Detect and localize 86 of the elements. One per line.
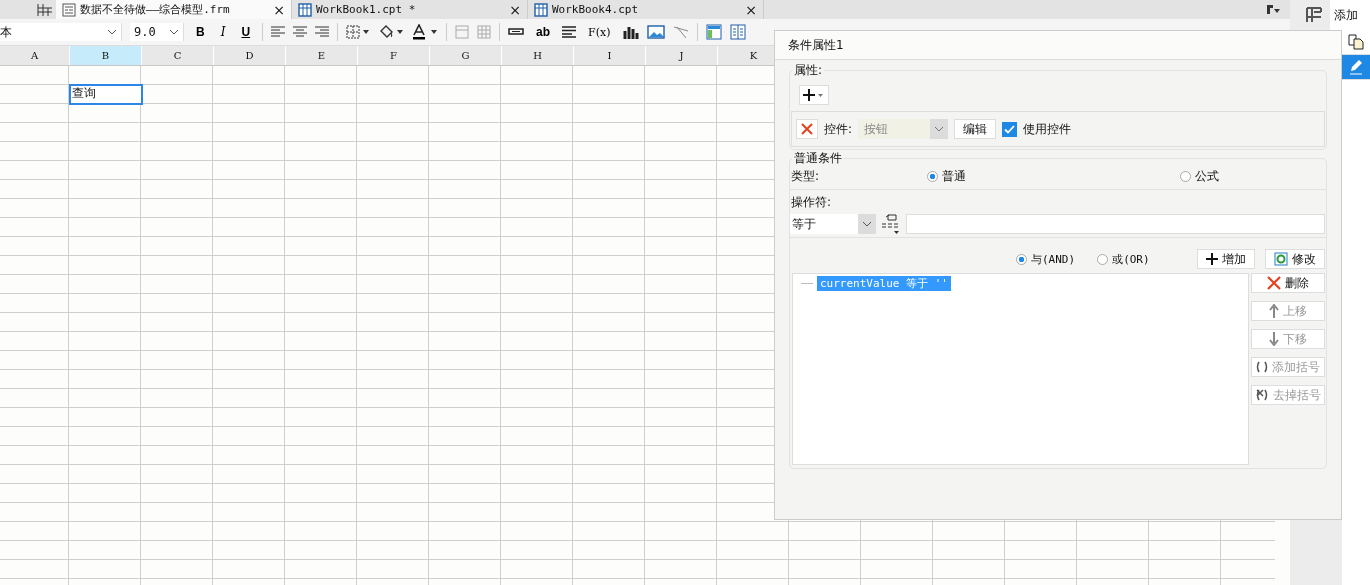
value-input[interactable]: [906, 214, 1325, 234]
column-header[interactable]: I: [574, 46, 646, 65]
slash-icon[interactable]: [672, 25, 689, 39]
column-header[interactable]: D: [214, 46, 286, 65]
plus-icon: [1206, 253, 1218, 265]
group-legend: 普通条件: [792, 150, 844, 167]
tab-label: WorkBook1.cpt *: [316, 3, 416, 16]
close-icon: [1267, 276, 1281, 290]
group-legend: 属性:: [792, 62, 825, 79]
file-tab[interactable]: 数据不全待做——综合模型.frm ×: [56, 0, 292, 19]
radio-label: 或(OR): [1112, 251, 1150, 267]
border-icon[interactable]: [346, 25, 371, 39]
widget-panel-icon[interactable]: [1306, 7, 1322, 23]
column-header[interactable]: F: [358, 46, 430, 65]
size-dropdown[interactable]: 9.0: [130, 23, 184, 41]
radio-circle[interactable]: [1180, 170, 1191, 182]
column-header[interactable]: B: [70, 46, 142, 65]
fill-bucket-icon[interactable]: [378, 25, 405, 39]
table-icon: [534, 2, 548, 17]
dialog-title: 条件属性1: [775, 31, 1341, 60]
font-color-icon[interactable]: [412, 24, 439, 40]
radio-circle[interactable]: [927, 170, 939, 182]
column-header[interactable]: E: [286, 46, 358, 65]
close-icon[interactable]: ×: [509, 1, 521, 18]
edit-icon[interactable]: [1342, 55, 1370, 80]
crossed-brackets-icon: [1255, 388, 1269, 402]
close-icon[interactable]: ×: [273, 1, 285, 18]
join-radio[interactable]: 与(AND): [1016, 251, 1076, 267]
radio-circle[interactable]: [1097, 253, 1109, 265]
bar-chart-icon[interactable]: [622, 25, 639, 39]
use-widget-checkbox[interactable]: [1002, 121, 1018, 137]
align-left-icon[interactable]: [271, 26, 286, 38]
selected-cell[interactable]: 查询: [70, 85, 142, 104]
radio-label: 公式: [1195, 167, 1219, 185]
align-right-icon[interactable]: [315, 26, 330, 38]
operator-dropdown[interactable]: 等于: [790, 214, 876, 234]
join-radio[interactable]: 或(OR): [1097, 251, 1150, 267]
paragraph-icon[interactable]: [562, 26, 577, 38]
text-button[interactable]: ab: [532, 25, 555, 39]
operator-label: 操作符:: [790, 194, 833, 211]
form-icon: [62, 2, 76, 17]
plus-icon: [802, 88, 826, 102]
tab-label: WorkBook4.cpt: [552, 3, 639, 16]
align-center-icon[interactable]: [293, 26, 308, 38]
radio-label: 与(AND): [1031, 251, 1076, 267]
radio-circle[interactable]: [1016, 253, 1027, 265]
bold-button[interactable]: B: [192, 25, 209, 39]
columns-icon[interactable]: [729, 24, 746, 40]
brackets-icon: [1256, 361, 1268, 373]
value-type-icon[interactable]: [880, 214, 902, 234]
radio-label: 普通: [942, 167, 967, 185]
font-dropdown[interactable]: 本: [0, 23, 122, 41]
close-icon: [801, 123, 813, 135]
close-icon[interactable]: ×: [745, 1, 757, 18]
add-dropdown-button[interactable]: [799, 85, 829, 105]
text-field-icon[interactable]: [508, 28, 525, 36]
remove-widget-button[interactable]: [796, 119, 818, 139]
column-header[interactable]: J: [646, 46, 718, 65]
add-button[interactable]: 增加: [1197, 249, 1255, 269]
type-label: 类型:: [791, 167, 820, 185]
tab-label: 数据不全待做——综合模型.frm: [80, 2, 230, 17]
formula-button[interactable]: F(x): [584, 25, 615, 39]
column-header[interactable]: H: [502, 46, 574, 65]
chevron-down-icon: [107, 29, 117, 35]
table-icon: [298, 2, 312, 17]
merge-cells-icon[interactable]: [455, 25, 470, 39]
column-header[interactable]: C: [142, 46, 214, 65]
modify-button[interactable]: 修改: [1265, 249, 1325, 269]
type-radio[interactable]: 普通: [927, 167, 967, 185]
split-cells-icon[interactable]: [477, 25, 492, 39]
checkbox-label: 使用控件: [1023, 120, 1072, 138]
layout-icon[interactable]: [705, 24, 722, 40]
down-arrow-icon: [1269, 332, 1279, 346]
chevron-down-icon: [862, 221, 872, 227]
chevron-down-icon: [934, 126, 945, 132]
underline-button[interactable]: U: [237, 25, 255, 39]
delete-button[interactable]: 删除: [1251, 273, 1325, 293]
image-icon[interactable]: [646, 25, 665, 39]
edit-button[interactable]: 编辑: [954, 119, 997, 139]
up-arrow-icon: [1269, 304, 1279, 318]
type-radio[interactable]: 公式: [1180, 167, 1219, 185]
column-header[interactable]: G: [430, 46, 502, 65]
panel-title: 添加: [1330, 0, 1370, 30]
chevron-down-icon: [169, 29, 179, 35]
widget-label: 控件:: [824, 120, 853, 138]
italic-button[interactable]: I: [216, 25, 230, 39]
